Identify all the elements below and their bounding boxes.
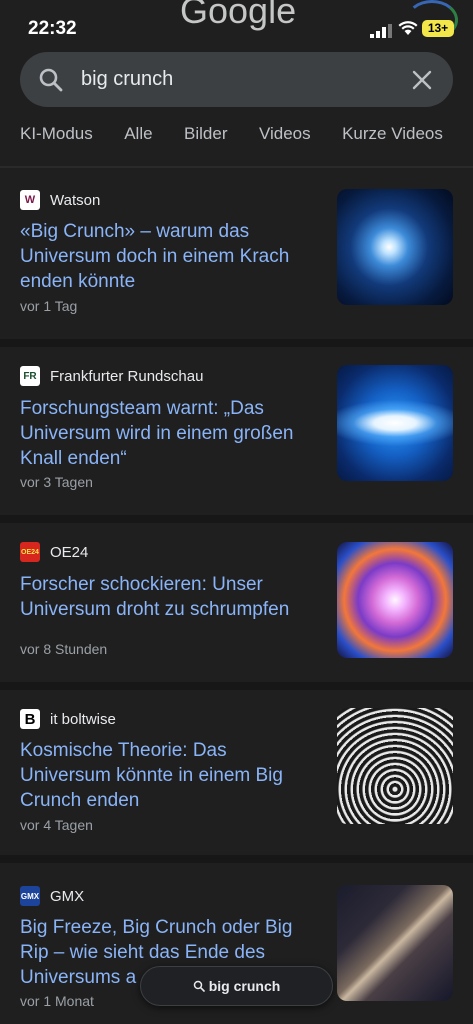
source-name: Watson bbox=[50, 191, 101, 209]
tab-alle[interactable]: Alle bbox=[124, 124, 152, 144]
gmx-favicon-icon: GMX bbox=[20, 886, 40, 906]
status-time: 22:32 bbox=[28, 18, 77, 39]
oe24-favicon-icon: OE24 bbox=[20, 542, 40, 562]
watson-favicon-icon: W bbox=[20, 190, 40, 210]
frankfurter-rundschau-favicon-icon: FR bbox=[20, 366, 40, 386]
result-source: W Watson bbox=[20, 189, 100, 211]
search-input[interactable]: big crunch bbox=[81, 68, 173, 91]
result-card[interactable]: FR Frankfurter Rundschau Forschungsteam … bbox=[0, 347, 473, 515]
result-time: vor 4 Tagen bbox=[20, 817, 93, 833]
tab-videos[interactable]: Videos bbox=[259, 124, 311, 144]
google-logo[interactable]: Google bbox=[180, 0, 296, 32]
search-bar[interactable]: big crunch bbox=[20, 52, 453, 107]
tab-bilder[interactable]: Bilder bbox=[184, 124, 227, 144]
source-name: GMX bbox=[50, 887, 85, 905]
clear-search-icon[interactable] bbox=[410, 68, 434, 92]
milky-way-image[interactable] bbox=[337, 885, 453, 1001]
result-time: vor 1 Monat bbox=[20, 993, 94, 1009]
result-title[interactable]: Forschungsteam warnt: „Das Universum wir… bbox=[20, 396, 318, 471]
search-tabs: KI-Modus Alle Bilder Videos Kurze Videos bbox=[20, 124, 473, 154]
search-icon bbox=[39, 68, 63, 92]
boltwise-favicon-icon: B bbox=[20, 709, 40, 729]
source-name: OE24 bbox=[50, 543, 89, 561]
result-source: OE24 OE24 bbox=[20, 541, 88, 563]
galaxy-burst-image[interactable] bbox=[337, 189, 453, 305]
result-title[interactable]: «Big Crunch» – warum das Universum doch … bbox=[20, 219, 318, 294]
floating-search-button[interactable]: big crunch bbox=[140, 966, 333, 1006]
tab-kurze-videos[interactable]: Kurze Videos bbox=[342, 124, 443, 144]
result-source: B it boltwise bbox=[20, 708, 116, 730]
result-source: GMX GMX bbox=[20, 885, 84, 907]
result-source: FR Frankfurter Rundschau bbox=[20, 365, 203, 387]
floating-search-label: big crunch bbox=[208, 978, 281, 994]
divider bbox=[0, 682, 473, 690]
status-bar: 22:32 Google 13+ bbox=[0, 0, 473, 52]
divider bbox=[0, 515, 473, 523]
source-name: Frankfurter Rundschau bbox=[50, 367, 204, 385]
result-title[interactable]: Forscher schockieren: Unser Universum dr… bbox=[20, 572, 318, 622]
result-time: vor 8 Stunden bbox=[20, 641, 108, 657]
result-card[interactable]: W Watson «Big Crunch» – warum das Univer… bbox=[0, 168, 473, 339]
source-name: it boltwise bbox=[50, 710, 116, 728]
battery-indicator: 13+ bbox=[422, 20, 454, 37]
light-burst-image[interactable] bbox=[337, 365, 453, 481]
result-card[interactable]: OE24 OE24 Forscher schockieren: Unser Un… bbox=[0, 523, 473, 682]
result-time: vor 3 Tagen bbox=[20, 474, 93, 490]
colorful-explosion-image[interactable] bbox=[337, 542, 453, 658]
tab-ki-modus[interactable]: KI-Modus bbox=[20, 124, 93, 144]
divider bbox=[0, 339, 473, 347]
divider bbox=[0, 855, 473, 863]
search-icon bbox=[193, 980, 205, 992]
result-title[interactable]: Kosmische Theorie: Das Universum könnte … bbox=[20, 738, 318, 813]
cellular-signal-icon bbox=[370, 24, 392, 38]
result-card[interactable]: B it boltwise Kosmische Theorie: Das Uni… bbox=[0, 690, 473, 855]
spiral-art-image[interactable] bbox=[337, 708, 453, 824]
result-time: vor 1 Tag bbox=[20, 298, 78, 314]
